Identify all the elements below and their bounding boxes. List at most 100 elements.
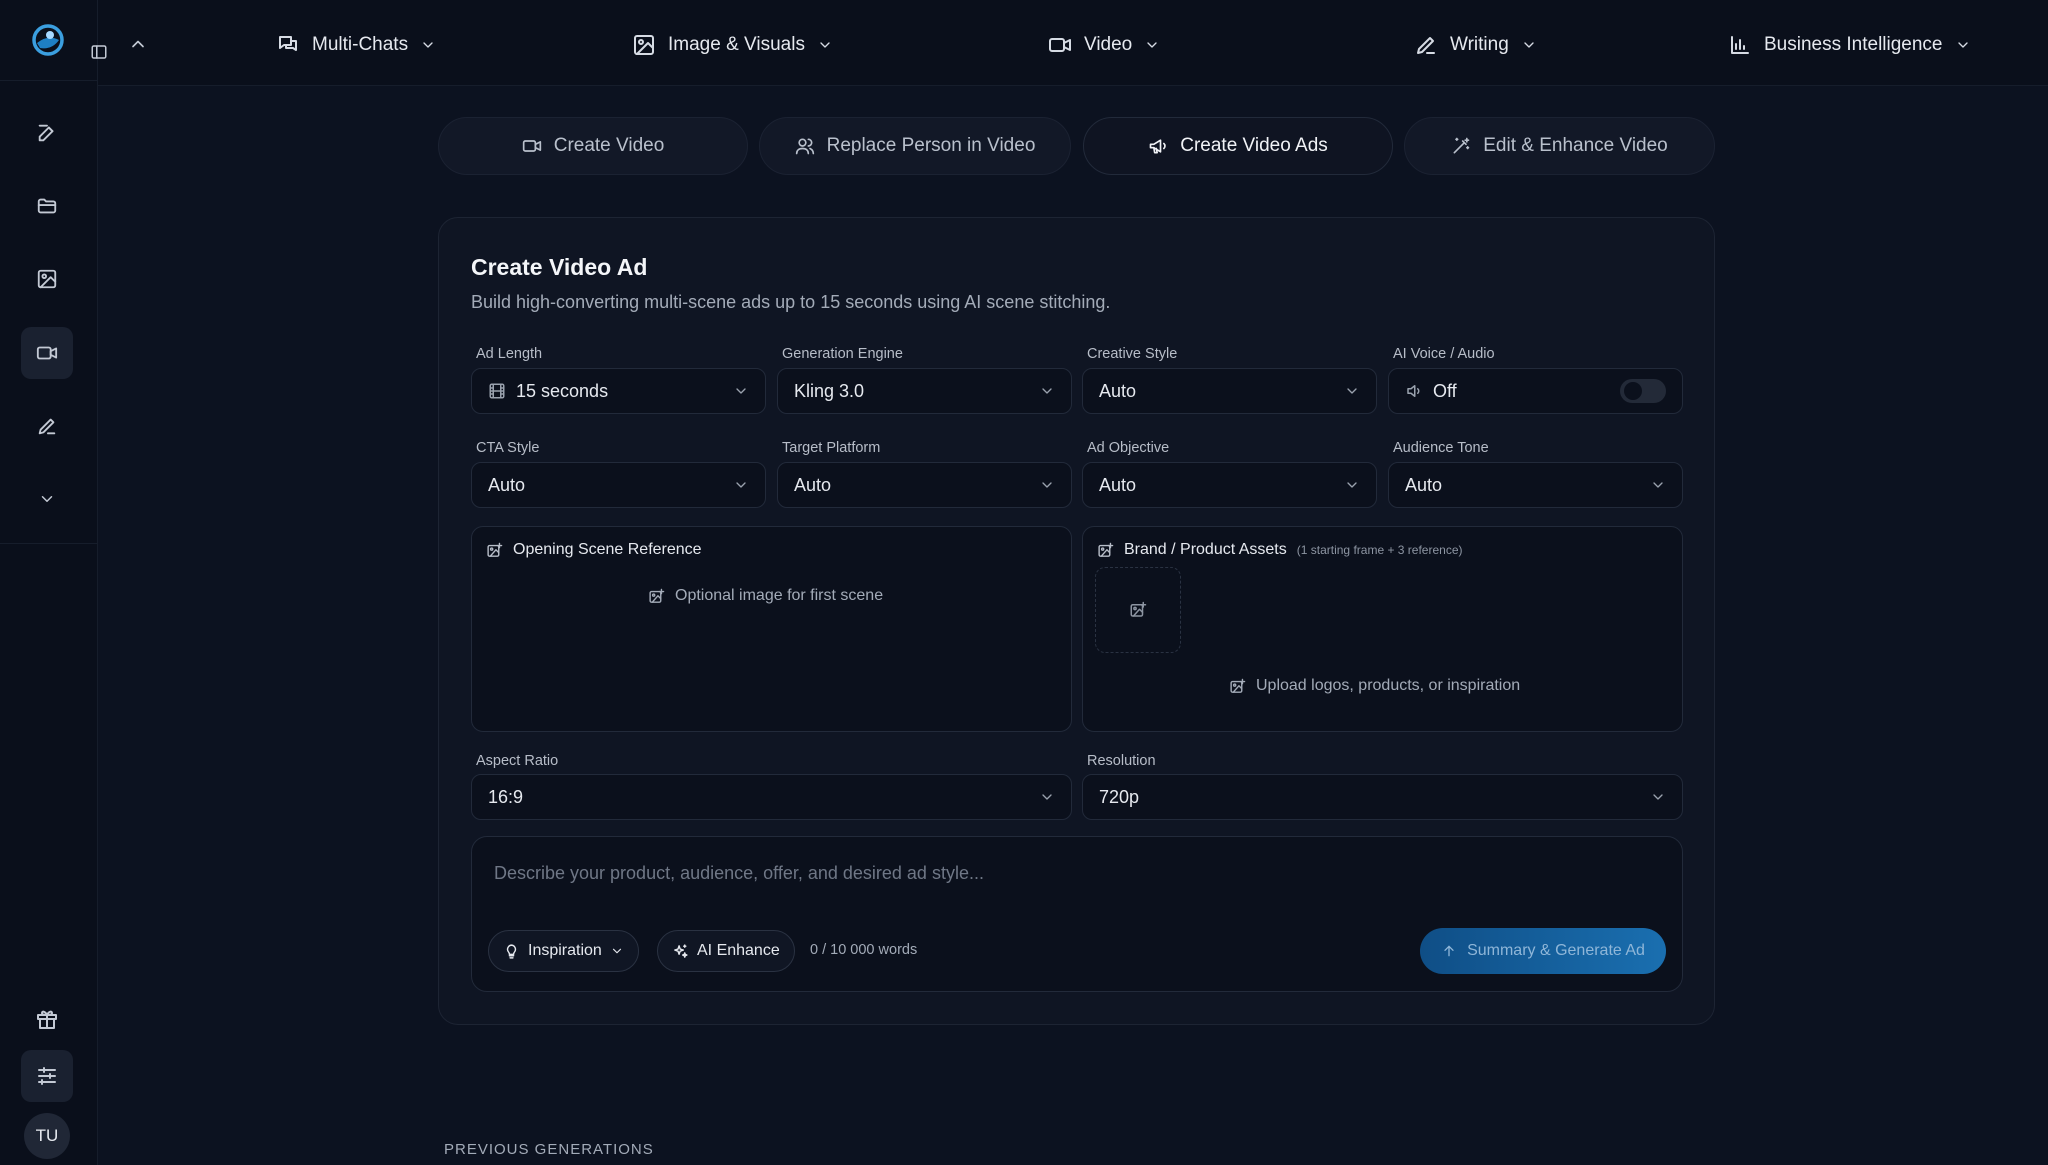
app-logo[interactable] (28, 20, 68, 60)
chevron-down-icon (1039, 789, 1055, 805)
prompt-box[interactable]: Describe your product, audience, offer, … (471, 836, 1683, 992)
generate-button[interactable]: Summary & Generate Ad (1420, 928, 1666, 974)
resolution-label: Resolution (1087, 753, 1156, 769)
image-plus-icon (1229, 678, 1246, 695)
ad-length-label: Ad Length (476, 346, 543, 362)
film-icon (488, 382, 506, 400)
ai-voice-toggle[interactable] (1620, 379, 1666, 403)
chevron-down-icon (1344, 383, 1360, 399)
create-video-ad-card: Create Video Ad Build high-converting mu… (438, 217, 1715, 1025)
generation-engine-select[interactable]: Kling 3.0 (777, 368, 1072, 414)
ai-voice-label: AI Voice / Audio (1393, 346, 1495, 362)
video-icon (1048, 33, 1072, 57)
wand-icon (1451, 136, 1471, 156)
chevron-down-icon (733, 383, 749, 399)
nav-multi-chats[interactable]: Multi-Chats (276, 28, 436, 62)
video-icon (36, 342, 58, 364)
brand-assets-upload[interactable]: Brand / Product Assets (1 starting frame… (1082, 526, 1683, 732)
ad-length-select[interactable]: 15 seconds (471, 368, 766, 414)
opening-scene-hint-row: Optional image for first scene (648, 587, 883, 605)
panel-toggle-icon[interactable] (90, 43, 112, 65)
card-title: Create Video Ad (471, 254, 648, 280)
nav-label: Multi-Chats (312, 34, 409, 55)
chevron-down-icon (1650, 789, 1666, 805)
creative-style-select[interactable]: Auto (1082, 368, 1377, 414)
sidebar-item-new-chat[interactable] (21, 107, 73, 159)
tab-create-video[interactable]: Create Video (438, 117, 748, 175)
nav-video[interactable]: Video (1048, 28, 1160, 62)
edit-icon (36, 122, 58, 144)
chevron-down-icon (1955, 37, 1971, 53)
inspiration-button[interactable]: Inspiration (488, 930, 639, 972)
cta-style-value: Auto (488, 474, 526, 495)
tab-create-video-ads[interactable]: Create Video Ads (1083, 117, 1393, 175)
ai-voice-field[interactable]: Off (1388, 368, 1683, 414)
image-plus-icon (1097, 542, 1114, 559)
lightbulb-icon (503, 943, 520, 960)
folder-icon (36, 195, 58, 217)
ai-enhance-button[interactable]: AI Enhance (657, 930, 795, 972)
bar-chart-icon (1728, 33, 1752, 57)
arrow-up-icon (1441, 943, 1457, 959)
ad-length-value: 15 seconds (516, 380, 609, 401)
pen-icon (1414, 33, 1438, 57)
nav-label: Writing (1450, 34, 1509, 55)
cta-style-select[interactable]: Auto (471, 462, 766, 508)
tab-replace-person[interactable]: Replace Person in Video (759, 117, 1071, 175)
image-icon (632, 33, 656, 57)
aspect-ratio-value: 16:9 (488, 786, 524, 807)
chevron-down-icon (38, 490, 56, 508)
opening-scene-upload[interactable]: Opening Scene Reference Optional image f… (471, 526, 1072, 732)
chevron-up-icon[interactable] (128, 34, 150, 56)
tab-label: Create Video (553, 135, 665, 156)
sidebar-item-folders[interactable] (21, 180, 73, 232)
ad-objective-select[interactable]: Auto (1082, 462, 1377, 508)
target-platform-label: Target Platform (782, 440, 881, 456)
target-platform-select[interactable]: Auto (777, 462, 1072, 508)
sidebar: TU (0, 0, 98, 1165)
sidebar-item-settings[interactable] (21, 1050, 73, 1102)
sidebar-item-gifts[interactable] (21, 993, 73, 1045)
creative-style-label: Creative Style (1087, 346, 1178, 362)
nav-image-visuals[interactable]: Image & Visuals (632, 28, 833, 62)
chevron-down-icon (817, 37, 833, 53)
users-icon (795, 136, 815, 156)
megaphone-icon (1148, 136, 1168, 156)
creative-style-value: Auto (1099, 380, 1137, 401)
sidebar-item-writing[interactable] (21, 400, 73, 452)
prompt-input[interactable]: Describe your product, audience, offer, … (494, 863, 984, 884)
ad-objective-value: Auto (1099, 474, 1137, 495)
pen-icon (36, 415, 58, 437)
opening-scene-hint: Optional image for first scene (675, 587, 884, 604)
ai-enhance-label: AI Enhance (697, 942, 780, 959)
opening-scene-header: Opening Scene Reference (486, 541, 702, 559)
chevron-down-icon (1650, 477, 1666, 493)
asset-slot[interactable] (1095, 567, 1181, 653)
sidebar-item-images[interactable] (21, 253, 73, 305)
aspect-ratio-label: Aspect Ratio (476, 753, 559, 769)
sidebar-item-more[interactable] (21, 473, 73, 525)
video-icon (522, 136, 542, 156)
sidebar-item-video[interactable] (21, 327, 73, 379)
divider (0, 543, 98, 544)
audience-tone-select[interactable]: Auto (1388, 462, 1683, 508)
nav-business-intelligence[interactable]: Business Intelligence (1728, 28, 1971, 62)
ai-voice-value: Off (1433, 380, 1457, 401)
chevron-down-icon (1039, 477, 1055, 493)
image-icon (36, 268, 58, 290)
previous-generations-heading: PREVIOUS GENERATIONS (444, 1141, 654, 1158)
gift-icon (35, 1007, 59, 1031)
nav-label: Business Intelligence (1764, 34, 1943, 55)
chevron-down-icon (733, 477, 749, 493)
nav-writing[interactable]: Writing (1414, 28, 1537, 62)
sliders-icon (35, 1064, 59, 1088)
chat-icon (276, 33, 300, 57)
target-platform-value: Auto (794, 474, 832, 495)
aspect-ratio-select[interactable]: 16:9 (471, 774, 1072, 820)
cta-style-label: CTA Style (476, 440, 540, 456)
nav-label: Image & Visuals (668, 34, 805, 55)
brand-assets-note: (1 starting frame + 3 reference) (1296, 543, 1463, 557)
avatar[interactable]: TU (24, 1113, 70, 1159)
resolution-select[interactable]: 720p (1082, 774, 1683, 820)
tab-edit-enhance[interactable]: Edit & Enhance Video (1404, 117, 1715, 175)
